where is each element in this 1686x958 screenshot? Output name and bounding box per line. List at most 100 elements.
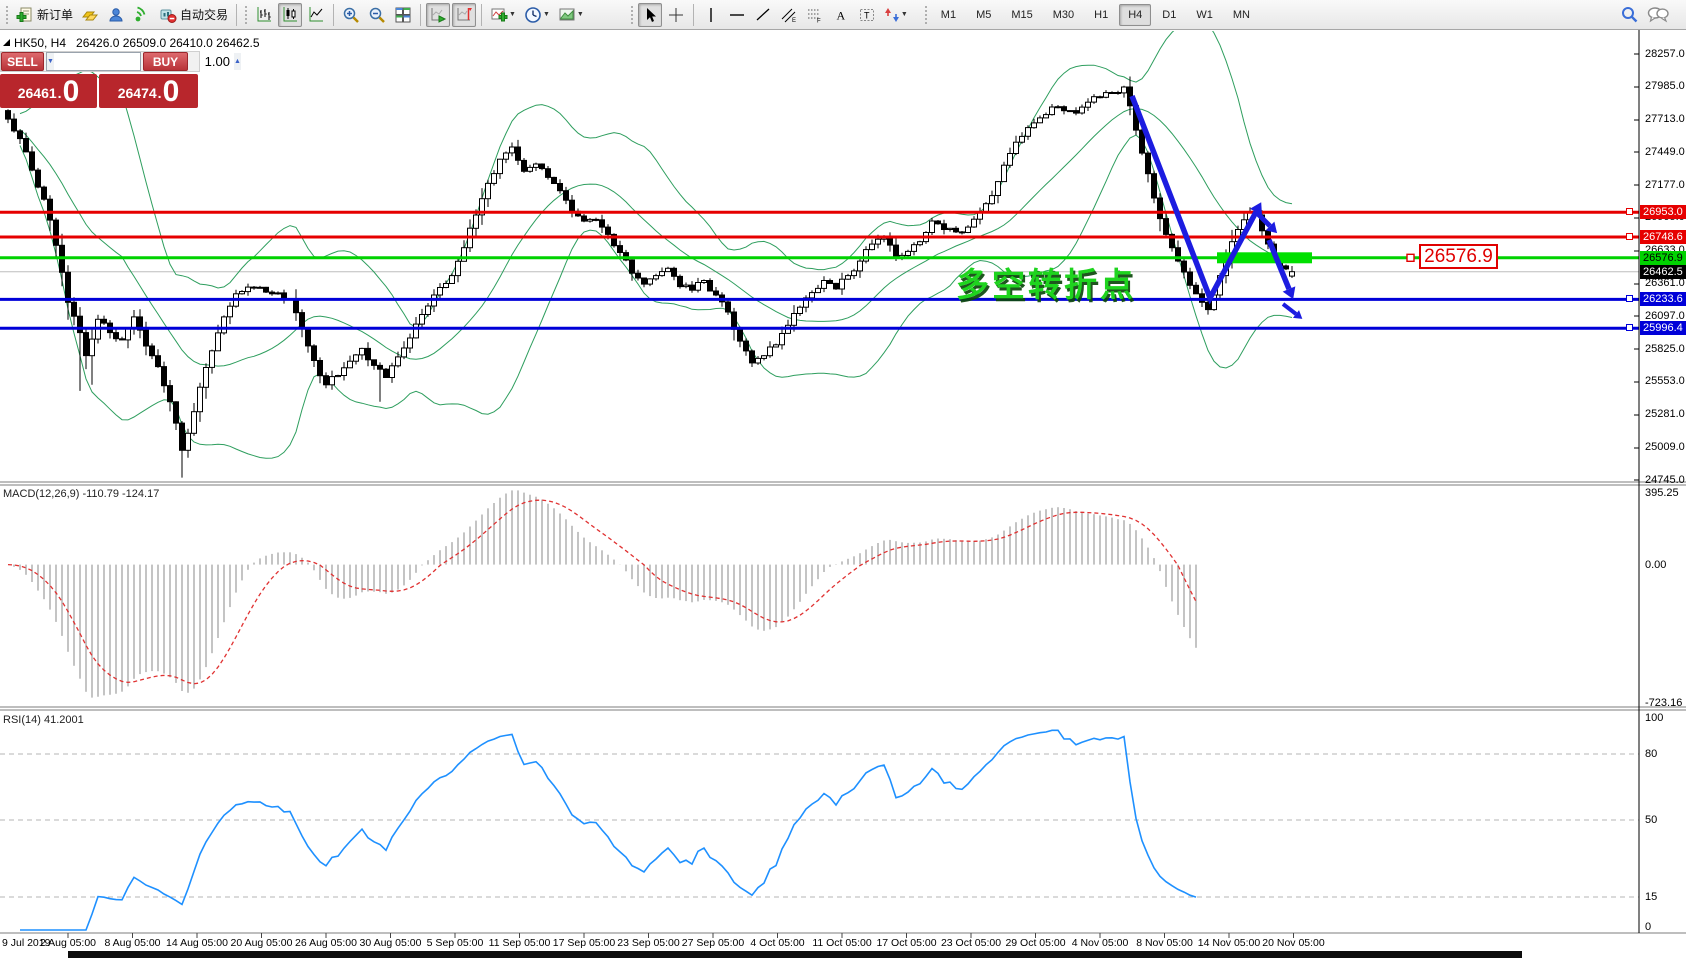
price-line-badge: 26748.6 [1640,230,1686,244]
time-axis-label[interactable]: 17 Sep 05:00 [553,937,615,949]
line-connector-handle[interactable] [1626,208,1633,215]
trendline-tool-button[interactable] [751,3,775,27]
timeframe-button-m15[interactable]: M15 [1002,4,1041,26]
timeframe-button-m1[interactable]: M1 [932,4,965,26]
time-axis-label[interactable]: 14 Aug 05:00 [166,937,228,949]
volume-increase-button[interactable]: ▲ [234,53,241,70]
symbol-header: HK50, H4 26426.0 26509.0 26410.0 26462.5 [14,36,260,50]
zoom-out-button[interactable] [365,3,389,27]
macd-axis-label: -723.16 [1645,697,1682,709]
bottom-window-strip [68,951,1522,958]
timeframe-button-m30[interactable]: M30 [1044,4,1083,26]
market-watch-button[interactable] [78,3,102,27]
timeframe-button-d1[interactable]: D1 [1153,4,1185,26]
crosshair-button[interactable] [664,3,688,27]
price-line-badge: 26953.0 [1640,205,1686,219]
volume-decrease-button[interactable]: ▼ [47,53,54,70]
search-icon [1620,5,1639,24]
price-line-badge: 25996.4 [1640,321,1686,335]
fibonacci-tool-button[interactable]: F [803,3,827,27]
rsi-axis-label: 80 [1645,748,1657,760]
arrows-tool-button[interactable]: ▼ [881,3,911,27]
search-button[interactable] [1617,3,1642,27]
timeframe-button-w1[interactable]: W1 [1187,4,1222,26]
period-button[interactable]: ▼ [521,3,553,27]
timeframe-button-h1[interactable]: H1 [1085,4,1117,26]
chart-shift-button[interactable] [452,3,476,27]
time-axis-label[interactable]: 8 Aug 05:00 [104,937,160,949]
chevron-down-icon: ▼ [543,11,550,18]
trendline-icon [755,7,771,23]
community-button[interactable] [104,3,128,27]
vertical-line-tool-button[interactable] [699,3,723,27]
signals-button[interactable] [130,3,154,27]
time-axis-label[interactable]: 27 Sep 05:00 [682,937,744,949]
timeframe-button-h4[interactable]: H4 [1119,4,1151,26]
chat-button[interactable] [1644,3,1672,27]
horizontal-line-icon [729,7,745,23]
toolbar-grip[interactable] [244,5,248,25]
line-connector-handle[interactable] [1626,295,1633,302]
buy-price[interactable]: 26474.0 [99,74,198,108]
toolbar-grip[interactable] [5,5,9,25]
time-axis-label[interactable]: 8 Nov 05:00 [1136,937,1193,949]
price-axis-label: 27985.0 [1645,80,1685,92]
line-connector-handle[interactable] [1626,324,1633,331]
toolbar-separator [693,4,694,26]
horizontal-line-tool-button[interactable] [725,3,749,27]
timeframe-bar: M1M5M15M30H1H4D1W1MN [931,4,1260,26]
add-indicator-button[interactable]: ▼ [487,3,519,27]
buy-button[interactable]: BUY [143,52,188,71]
time-axis-label[interactable]: 4 Nov 05:00 [1072,937,1129,949]
time-axis-label[interactable]: 29 Oct 05:00 [1005,937,1065,949]
time-axis-label[interactable]: 2 Aug 05:00 [40,937,96,949]
text-tool-button[interactable]: A [829,3,853,27]
time-axis-label[interactable]: 26 Aug 05:00 [295,937,357,949]
new-order-button[interactable]: 新订单 [13,3,76,27]
time-axis-label[interactable]: 23 Sep 05:00 [617,937,679,949]
candlestick-chart-button[interactable] [278,3,302,27]
auto-trading-icon [159,6,177,24]
time-axis-label[interactable]: 30 Aug 05:00 [360,937,422,949]
turning-point-annotation[interactable]: 多空转折点 [956,258,1136,306]
sell-button[interactable]: SELL [1,52,44,71]
template-button[interactable]: ▼ [555,3,587,27]
auto-scroll-button[interactable] [426,3,450,27]
tile-windows-button[interactable] [391,3,415,27]
channel-tool-button[interactable]: E [777,3,801,27]
time-axis-label[interactable]: 20 Aug 05:00 [231,937,293,949]
timeframe-button-mn[interactable]: MN [1224,4,1259,26]
time-axis-label[interactable]: 11 Oct 05:00 [812,937,871,949]
gold-bar-icon [81,6,99,24]
line-connector-handle[interactable] [1626,233,1633,240]
add-indicator-icon [490,6,508,24]
sell-price-dot: . [58,80,62,106]
timeframe-button-m5[interactable]: M5 [967,4,1000,26]
text-label-tool-button[interactable]: T [855,3,879,27]
line-chart-button[interactable] [304,3,328,27]
time-axis-label[interactable]: 11 Sep 05:00 [489,937,551,949]
chart-canvas[interactable] [0,0,1686,958]
time-axis-label[interactable]: 20 Nov 05:00 [1262,937,1324,949]
time-axis-label[interactable]: 14 Nov 05:00 [1198,937,1260,949]
sell-price[interactable]: 26461.0 [0,74,97,108]
price-axis-label: 25281.0 [1645,408,1685,420]
rsi-indicator-label: RSI(14) 41.2001 [3,714,84,726]
text-icon: A [833,7,849,23]
new-order-label: 新订单 [37,6,73,23]
bar-chart-icon [256,6,273,23]
toolbar-grip[interactable] [924,5,928,25]
time-axis-label[interactable]: 5 Sep 05:00 [427,937,484,949]
time-axis-label[interactable]: 4 Oct 05:00 [750,937,804,949]
toolbar-grip[interactable] [630,5,634,25]
cursor-icon [642,7,658,23]
time-axis-label[interactable]: 17 Oct 05:00 [876,937,936,949]
bar-chart-button[interactable] [252,3,276,27]
buy-price-dot: . [158,80,162,106]
price-tag-label[interactable]: 26576.9 [1419,244,1498,269]
auto-trading-button[interactable]: 自动交易 [156,3,231,27]
chevron-down-icon: ▼ [577,11,584,18]
time-axis-label[interactable]: 23 Oct 05:00 [941,937,1001,949]
zoom-in-button[interactable] [339,3,363,27]
cursor-button[interactable] [638,3,662,27]
